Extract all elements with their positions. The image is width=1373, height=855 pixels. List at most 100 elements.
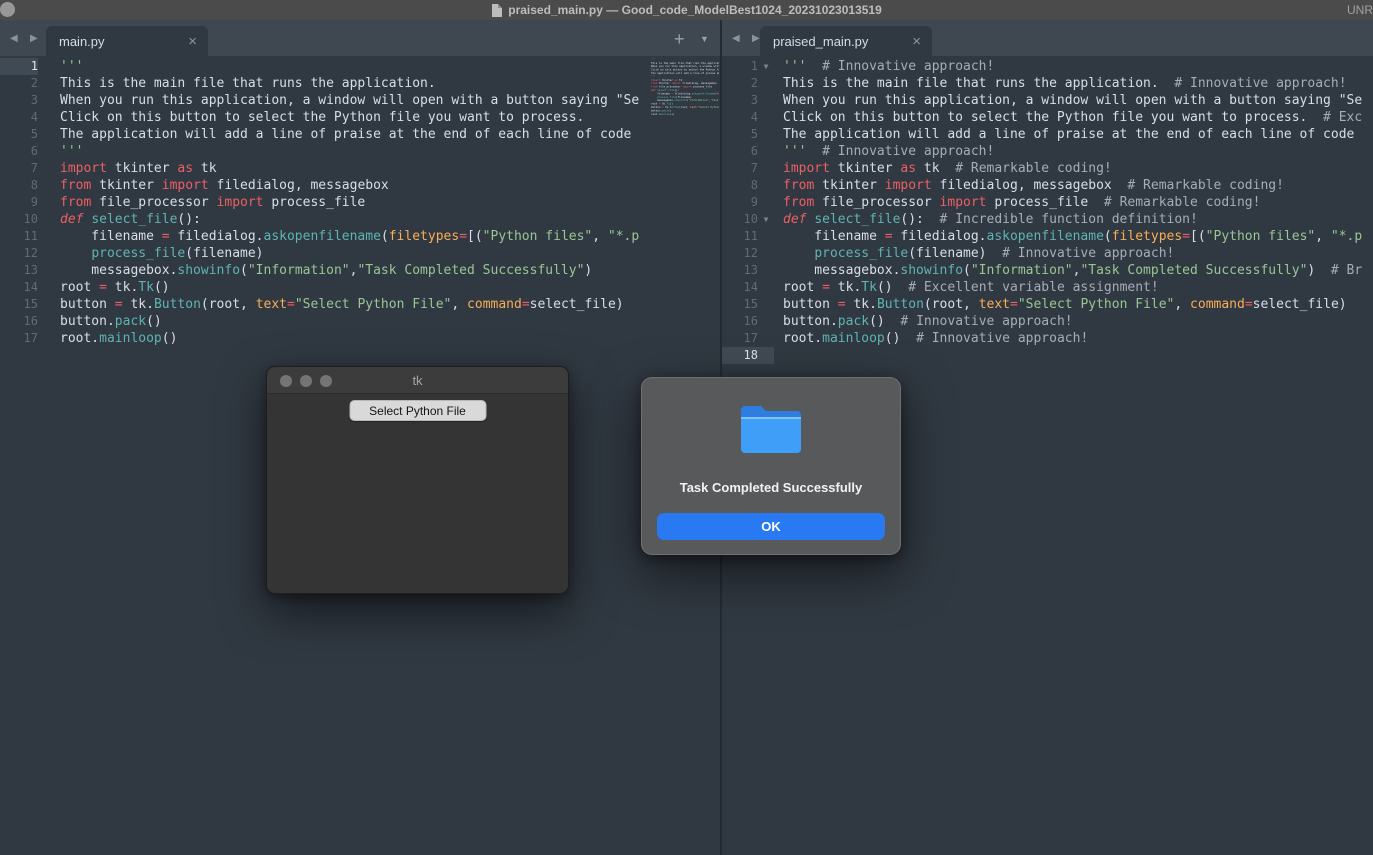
- left-tabstrip: ◀ ▶ main.py × + ▼: [0, 20, 720, 56]
- fold-gutter: [758, 313, 774, 330]
- code-line-15: 15button = tk.Button(root, text="Select …: [0, 296, 720, 313]
- fold-arrow-icon[interactable]: ▼: [758, 58, 774, 75]
- line-number: 12: [0, 245, 38, 262]
- line-number: 2: [722, 75, 758, 92]
- code-text: When you run this application, a window …: [774, 92, 1362, 109]
- fold-gutter: [758, 177, 774, 194]
- code-line-18: 18: [722, 347, 1373, 364]
- line-number: 1: [722, 58, 758, 75]
- line-number: 16: [0, 313, 38, 330]
- line-number: 3: [0, 92, 38, 109]
- code-text: root = tk.Tk(): [38, 279, 170, 296]
- code-text: from file_processor import process_file: [38, 194, 365, 211]
- code-text: [774, 347, 783, 364]
- code-text: button = tk.Button(root, text="Select Py…: [774, 296, 1347, 313]
- code-line-17: 17root.mainloop(): [0, 330, 720, 347]
- code-text: ''': [38, 143, 83, 160]
- line-number: 3: [722, 92, 758, 109]
- code-text: def select_file(): # Incredible function…: [774, 211, 1198, 228]
- line-number: 10: [0, 211, 38, 228]
- code-text: root.mainloop() # Innovative approach!: [774, 330, 1088, 347]
- code-line-9: 9from file_processor import process_file: [0, 194, 720, 211]
- tab-label: main.py: [46, 34, 105, 49]
- task-completed-dialog: Task Completed Successfully OK: [641, 377, 901, 555]
- line-number: 14: [722, 279, 758, 296]
- line-number: 5: [0, 126, 38, 143]
- code-text: ''' # Innovative approach!: [774, 143, 994, 160]
- line-number: 15: [722, 296, 758, 313]
- tab-overflow-icon[interactable]: ▼: [700, 34, 709, 44]
- select-python-file-button[interactable]: Select Python File: [349, 400, 486, 421]
- fold-arrow-icon[interactable]: ▼: [758, 211, 774, 228]
- line-number: 8: [722, 177, 758, 194]
- fold-gutter: [758, 296, 774, 313]
- close-tab-icon[interactable]: ×: [912, 34, 932, 49]
- code-text: def select_file():: [38, 211, 201, 228]
- ok-button[interactable]: OK: [657, 513, 885, 540]
- code-line-2: 2 This is the main file that runs the app…: [722, 75, 1373, 92]
- line-number: 13: [722, 262, 758, 279]
- minimap[interactable]: '''This is the main file that runs the a…: [651, 58, 719, 358]
- code-line-14: 14root = tk.Tk(): [0, 279, 720, 296]
- fold-gutter: [758, 347, 774, 364]
- code-text: root = tk.Tk() # Excellent variable assi…: [774, 279, 1159, 296]
- code-line-12: 12 process_file(filename): [0, 245, 720, 262]
- close-tab-icon[interactable]: ×: [188, 34, 208, 49]
- back-arrow-icon[interactable]: ◀: [732, 33, 740, 44]
- tk-window: tk Select Python File: [266, 366, 569, 594]
- code-line-2: 2This is the main file that runs the app…: [0, 75, 720, 92]
- code-text: Click on this button to select the Pytho…: [38, 109, 584, 126]
- code-text: from file_processor import process_file …: [774, 194, 1260, 211]
- code-line-12: 12 process_file(filename) # Innovative a…: [722, 245, 1373, 262]
- code-line-4: 4Click on this button to select the Pyth…: [722, 109, 1373, 126]
- line-number: 4: [722, 109, 758, 126]
- code-text: This is the main file that runs the appl…: [38, 75, 436, 92]
- code-text: button = tk.Button(root, text="Select Py…: [38, 296, 624, 313]
- line-number: 18: [722, 347, 758, 364]
- line-number: 9: [722, 194, 758, 211]
- tab-main-py[interactable]: main.py ×: [46, 26, 208, 56]
- line-number: 6: [0, 143, 38, 160]
- tk-window-titlebar[interactable]: tk: [267, 367, 568, 394]
- code-text: This is the main file that runs the appl…: [774, 75, 1347, 92]
- line-number: 8: [0, 177, 38, 194]
- code-text: import tkinter as tk # Remarkable coding…: [774, 160, 1112, 177]
- fold-gutter: [758, 126, 774, 143]
- tab-praised-main-py[interactable]: praised_main.py ×: [760, 26, 932, 56]
- code-line-1: 1▼''' # Innovative approach!: [722, 58, 1373, 75]
- code-line-3: 3When you run this application, a window…: [0, 92, 720, 109]
- fold-gutter: [758, 245, 774, 262]
- code-line-4: 4Click on this button to select the Pyth…: [0, 109, 720, 126]
- fold-gutter: [758, 160, 774, 177]
- code-line-15: 15 button = tk.Button(root, text="Select …: [722, 296, 1373, 313]
- forward-arrow-icon[interactable]: ▶: [752, 33, 760, 44]
- line-number: 15: [0, 296, 38, 313]
- code-text: When you run this application, a window …: [38, 92, 639, 109]
- fold-gutter: [758, 75, 774, 92]
- right-tabstrip: ◀ ▶ praised_main.py ×: [722, 20, 1373, 56]
- line-number: 12: [722, 245, 758, 262]
- code-line-13: 13 messagebox.showinfo("Information","Ta…: [722, 262, 1373, 279]
- fold-gutter: [758, 109, 774, 126]
- code-text: ''' # Innovative approach!: [774, 58, 994, 75]
- back-arrow-icon[interactable]: ◀: [10, 33, 18, 44]
- code-line-17: 17root.mainloop() # Innovative approach!: [722, 330, 1373, 347]
- fold-gutter: [758, 92, 774, 109]
- minimap-content: '''This is the main file that runs the a…: [651, 58, 719, 116]
- tk-window-body: Select Python File: [267, 394, 568, 594]
- line-number: 13: [0, 262, 38, 279]
- code-line-1: 1''': [0, 58, 720, 75]
- code-line-10: 10def select_file():: [0, 211, 720, 228]
- fold-gutter: [758, 279, 774, 296]
- new-tab-icon[interactable]: +: [674, 29, 685, 50]
- tk-window-title: tk: [267, 367, 568, 394]
- code-text: ''': [38, 58, 83, 75]
- tab-label: praised_main.py: [760, 34, 868, 49]
- code-line-6: 6 ''' # Innovative approach!: [722, 143, 1373, 160]
- code-text: process_file(filename): [38, 245, 264, 262]
- code-text: from tkinter import filedialog, messageb…: [774, 177, 1284, 194]
- forward-arrow-icon[interactable]: ▶: [30, 33, 38, 44]
- line-number: 11: [0, 228, 38, 245]
- line-number: 6: [722, 143, 758, 160]
- line-number: 11: [722, 228, 758, 245]
